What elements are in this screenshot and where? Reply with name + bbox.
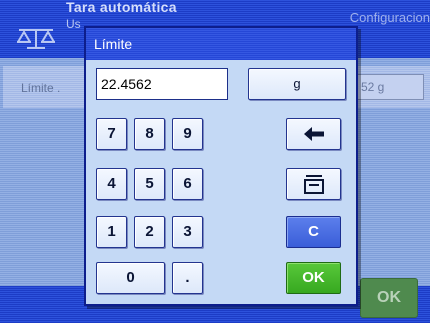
limit-dialog: Límite 22.4562 g 7 8 9 4 5 6 1 2 3 C 0 .… [84, 26, 358, 306]
limit-value-input[interactable]: 22.4562 [96, 68, 228, 100]
unit-button[interactable]: g [248, 68, 346, 100]
key-9[interactable]: 9 [172, 118, 203, 150]
scale-tare-icon [303, 175, 324, 194]
app-subtitle: Us [66, 17, 81, 31]
key-4[interactable]: 4 [96, 168, 127, 200]
key-6[interactable]: 6 [172, 168, 203, 200]
background-ok-button: OK [360, 278, 418, 318]
key-7[interactable]: 7 [96, 118, 127, 150]
app-title: Tara automática [66, 0, 177, 15]
key-5[interactable]: 5 [134, 168, 165, 200]
balance-scale-icon [17, 29, 55, 49]
limit-row-value: 52 g [356, 74, 424, 100]
key-decimal-point[interactable]: . [172, 262, 203, 294]
ok-button[interactable]: OK [286, 262, 341, 294]
key-1[interactable]: 1 [96, 216, 127, 248]
key-2[interactable]: 2 [134, 216, 165, 248]
key-0[interactable]: 0 [96, 262, 165, 294]
limit-row-label: Límite . [21, 81, 61, 95]
config-label: Configuracion [349, 10, 430, 25]
dialog-title: Límite [86, 28, 356, 60]
arrow-left-icon [303, 127, 324, 141]
key-8[interactable]: 8 [134, 118, 165, 150]
tare-button[interactable] [286, 168, 341, 200]
backspace-button[interactable] [286, 118, 341, 150]
clear-button[interactable]: C [286, 216, 341, 248]
key-3[interactable]: 3 [172, 216, 203, 248]
